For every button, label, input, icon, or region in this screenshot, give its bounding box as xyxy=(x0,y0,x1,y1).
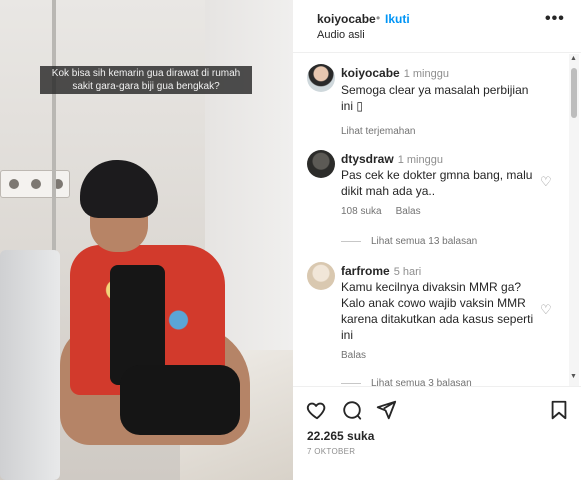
view-replies[interactable]: Lihat semua 13 balasan xyxy=(341,236,477,247)
post-header: koiyocabe • Ikuti Audio asli ••• xyxy=(293,0,581,53)
author-avatar[interactable] xyxy=(293,0,294,1)
comment-icon[interactable] xyxy=(341,399,363,421)
comment-meta: 108 suka Balas xyxy=(341,206,435,217)
comment-avatar[interactable] xyxy=(307,64,335,92)
post-date: 7 OKTOBER xyxy=(307,447,356,456)
comment-avatar[interactable] xyxy=(307,262,335,290)
emoji-placeholder: ▯ xyxy=(356,99,363,113)
scroll-up-icon[interactable]: ▲ xyxy=(570,55,577,62)
post-media[interactable]: Kok bisa sih kemarin gua dirawat di ruma… xyxy=(0,0,293,480)
comment-username[interactable]: dtysdraw 1 minggu xyxy=(341,152,443,166)
heart-icon[interactable] xyxy=(306,399,328,421)
translate-link[interactable]: Lihat terjemahan xyxy=(341,126,416,137)
comment-text: Semoga clear ya masalah perbijian ini ▯ xyxy=(341,83,529,113)
comment-username[interactable]: farfrome 5 hari xyxy=(341,264,421,278)
bookmark-icon[interactable] xyxy=(548,399,570,421)
comment-likes[interactable]: 108 suka xyxy=(341,206,382,217)
comment-like-icon[interactable]: ♡ xyxy=(540,174,552,190)
person-photo xyxy=(60,150,260,480)
comment-avatar[interactable] xyxy=(307,150,335,178)
audio-label[interactable]: Audio asli xyxy=(317,29,365,41)
post-actions: 22.265 suka 7 OKTOBER xyxy=(293,386,581,480)
scroll-down-icon[interactable]: ▼ xyxy=(570,373,577,380)
comment-list[interactable]: koiyocabe 1 minggu Semoga clear ya masala… xyxy=(293,54,569,386)
comment-text: Kamu kecilnya divaksin MMR ga? Kalo anak… xyxy=(341,280,534,342)
reply-button[interactable]: Balas xyxy=(396,206,421,217)
comment-time: 5 hari xyxy=(393,266,422,278)
comment-time: 1 minggu xyxy=(403,68,449,80)
comment-username[interactable]: koiyocabe 1 minggu xyxy=(341,66,449,80)
more-horizontal-icon[interactable]: ••• xyxy=(545,10,565,28)
comment-meta: Balas xyxy=(341,350,380,361)
separator-dot: • xyxy=(376,11,381,25)
comment-text: Pas cek ke dokter gmna bang, malu dikit … xyxy=(341,168,533,198)
follow-button[interactable]: Ikuti xyxy=(385,12,410,26)
hospital-bed xyxy=(0,250,60,480)
send-icon[interactable] xyxy=(375,399,397,421)
likes-count[interactable]: 22.265 suka xyxy=(307,429,374,443)
view-replies[interactable]: Lihat semua 3 balasan xyxy=(341,378,472,386)
caption-overlay: Kok bisa sih kemarin gua dirawat di ruma… xyxy=(40,66,252,94)
scrollbar-thumb[interactable] xyxy=(571,68,577,118)
author-username[interactable]: koiyocabe xyxy=(317,12,376,26)
comment-time: 1 minggu xyxy=(397,154,443,166)
post-side-panel: koiyocabe • Ikuti Audio asli ••• koiyoca… xyxy=(293,0,581,480)
comment-like-icon[interactable]: ♡ xyxy=(540,302,552,318)
reply-button[interactable]: Balas xyxy=(341,350,366,361)
